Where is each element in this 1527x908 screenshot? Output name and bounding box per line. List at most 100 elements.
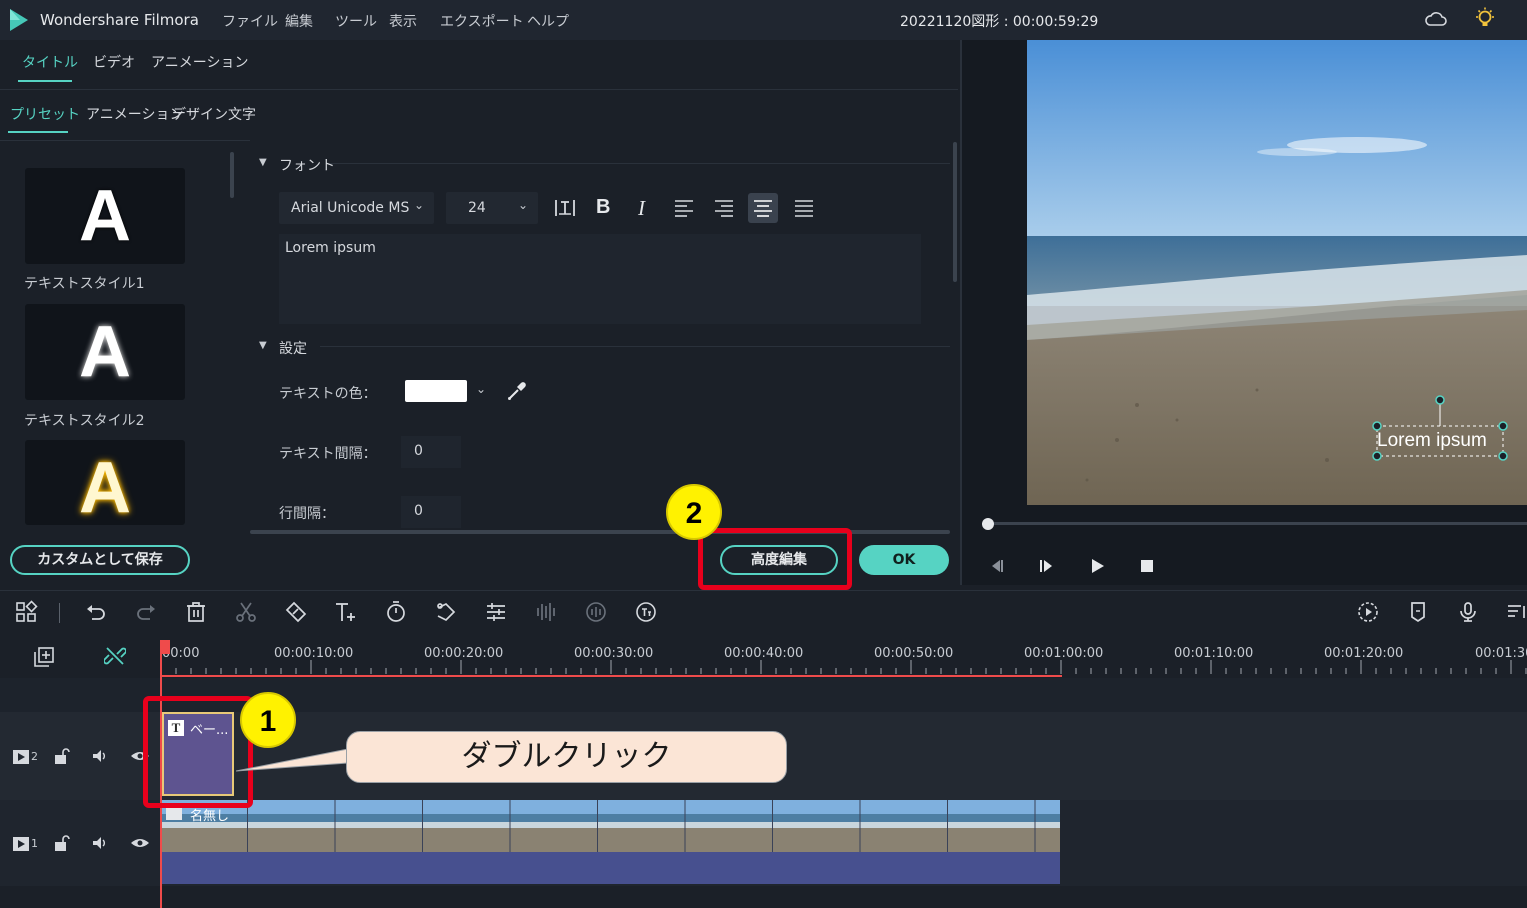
video-track-icon xyxy=(13,837,29,851)
subtab-design-text[interactable]: デザイン文字 xyxy=(172,104,256,124)
next-frame-icon[interactable] xyxy=(1037,556,1057,576)
chevron-down-icon: ⌄ xyxy=(413,198,424,212)
playhead-handle[interactable] xyxy=(160,640,170,654)
eyedropper-icon[interactable] xyxy=(506,380,528,402)
active-subtab-indicator xyxy=(8,131,68,133)
chevron-down-icon[interactable]: ⌄ xyxy=(476,382,486,396)
tag-icon[interactable] xyxy=(284,600,308,624)
preset-scrollbar[interactable] xyxy=(230,152,234,198)
ruler-label: 00:00:30:00 xyxy=(574,646,654,661)
menu-export[interactable]: エクスポート xyxy=(440,11,524,31)
tab-title[interactable]: タイトル xyxy=(22,52,78,72)
add-track-icon[interactable] xyxy=(33,646,55,668)
italic-icon[interactable]: I xyxy=(638,196,645,221)
font-size-select[interactable]: 24 ⌄ xyxy=(446,192,538,224)
add-text-icon[interactable] xyxy=(334,600,358,624)
timer-icon[interactable] xyxy=(384,600,408,624)
font-family-value: Arial Unicode MS xyxy=(291,200,410,216)
save-as-custom-button[interactable]: カスタムとして保存 xyxy=(10,545,190,575)
title-text-input[interactable]: Lorem ipsum xyxy=(279,234,921,324)
render-preview-icon[interactable] xyxy=(1356,600,1380,624)
preset-letter: A xyxy=(79,176,131,256)
link-icon[interactable] xyxy=(104,645,126,667)
track-number: 1 xyxy=(31,837,38,850)
line-spacing-input[interactable]: 0 xyxy=(401,496,461,528)
subtab-preset[interactable]: プリセット xyxy=(10,104,80,124)
font-section-title: フォント xyxy=(279,158,335,174)
ruler-label: 00:00:10:00 xyxy=(274,646,354,661)
layout-icon[interactable] xyxy=(14,600,38,624)
preset-thumb-2[interactable]: A xyxy=(25,304,185,400)
menu-file[interactable]: ファイル xyxy=(222,11,278,31)
editor-scrollbar[interactable] xyxy=(953,142,957,282)
bold-icon[interactable]: B xyxy=(596,196,610,219)
keyframe-icon[interactable] xyxy=(434,600,458,624)
previous-frame-icon[interactable] xyxy=(986,556,1006,576)
cloud-icon[interactable] xyxy=(1424,9,1448,29)
preset-thumb-1[interactable]: A xyxy=(25,168,185,264)
menu-view[interactable]: 表示 xyxy=(389,11,417,31)
preview-progress-track[interactable] xyxy=(985,522,1527,525)
eye-icon[interactable] xyxy=(130,834,150,852)
subtab-animation[interactable]: アニメーション xyxy=(86,104,183,124)
delete-icon[interactable] xyxy=(184,600,208,624)
cut-icon[interactable] xyxy=(234,600,258,624)
align-left-icon[interactable] xyxy=(672,196,696,220)
preview-progress-handle[interactable] xyxy=(982,518,994,530)
font-size-value: 24 xyxy=(468,200,486,216)
align-right-icon[interactable] xyxy=(712,196,736,220)
unlock-icon[interactable] xyxy=(52,747,72,765)
redo-icon[interactable] xyxy=(134,600,158,624)
character-spacing-icon[interactable] xyxy=(553,196,577,220)
voiceover-list-icon[interactable] xyxy=(1505,600,1527,624)
settings-section-title: 設定 xyxy=(279,341,307,357)
divider xyxy=(320,346,950,347)
preset-label-2: テキストスタイル2 xyxy=(24,413,145,429)
audio-wave-icon[interactable] xyxy=(584,600,608,624)
toolbar-divider xyxy=(59,603,60,623)
project-title: 20221120図形 : 00:00:59:29 xyxy=(900,14,1099,30)
adjust-icon[interactable] xyxy=(484,600,508,624)
preview-overlay-text[interactable]: Lorem ipsum xyxy=(1377,430,1487,452)
callout-pointer xyxy=(236,748,348,772)
align-justify-icon[interactable] xyxy=(792,196,816,220)
line-spacing-label: 行間隔： xyxy=(279,506,335,522)
video-track-icon xyxy=(13,750,29,764)
marker-icon[interactable] xyxy=(1406,600,1430,624)
work-area-range xyxy=(160,675,1062,677)
letter-spacing-input[interactable]: 0 xyxy=(401,436,461,468)
menu-tools[interactable]: ツール xyxy=(335,11,377,31)
ok-button[interactable]: OK xyxy=(859,545,949,575)
preset-letter: A xyxy=(79,448,131,525)
ruler-label: 00:01:20:00 xyxy=(1324,646,1404,661)
tab-animation[interactable]: アニメーション xyxy=(151,52,248,72)
preset-thumb-3[interactable]: A xyxy=(25,440,185,525)
tab-video[interactable]: ビデオ xyxy=(93,52,135,72)
active-tab-indicator xyxy=(18,80,72,82)
ruler-label: 00:01:30 xyxy=(1475,646,1527,661)
text-color-swatch[interactable] xyxy=(405,380,467,402)
menu-edit[interactable]: 編集 xyxy=(285,11,313,31)
preset-label-1: テキストスタイル1 xyxy=(24,276,145,292)
collapse-triangle-icon[interactable]: ▼ xyxy=(259,340,267,351)
divider xyxy=(0,140,250,141)
step-badge-2: 2 xyxy=(666,484,722,540)
menu-help[interactable]: ヘルプ xyxy=(527,11,569,31)
align-center-icon xyxy=(754,200,772,217)
microphone-icon[interactable] xyxy=(1456,600,1480,624)
speaker-icon[interactable] xyxy=(90,834,110,852)
collapse-triangle-icon[interactable]: ▼ xyxy=(259,157,267,168)
align-center-button[interactable] xyxy=(748,193,778,223)
lightbulb-icon[interactable] xyxy=(1474,7,1496,31)
font-family-select[interactable]: Arial Unicode MS ⌄ xyxy=(279,192,434,224)
speaker-icon[interactable] xyxy=(90,747,110,765)
play-icon[interactable] xyxy=(1087,556,1107,576)
track-audio xyxy=(0,886,1527,908)
audio-levels-icon[interactable] xyxy=(534,600,558,624)
unlock-icon[interactable] xyxy=(52,834,72,852)
speech-to-text-icon[interactable] xyxy=(634,600,658,624)
stop-icon[interactable] xyxy=(1137,556,1157,576)
ruler-label: 00:00:20:00 xyxy=(424,646,504,661)
video-clip-thumbnails xyxy=(160,800,1060,852)
undo-icon[interactable] xyxy=(84,600,108,624)
